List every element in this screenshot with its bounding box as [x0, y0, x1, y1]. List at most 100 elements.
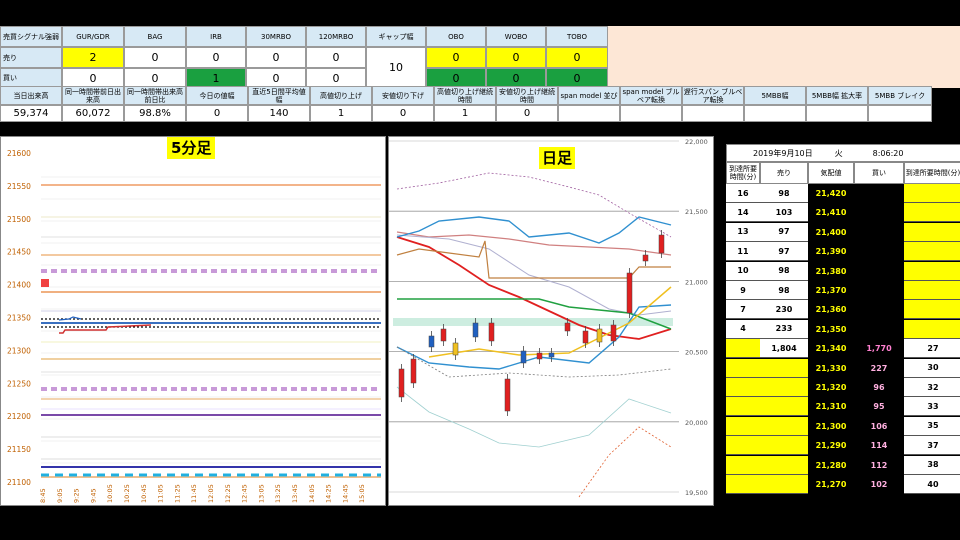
order-book-date: 2019年9月10日 — [753, 148, 813, 158]
order-book-datetime: 2019年9月10日 火 8:06:20 — [726, 144, 960, 162]
daily-chart-plot: 22,000 21,500 21,000 20,500 20,000 19,500 — [389, 138, 708, 498]
x-tick-label: 13:45 — [291, 484, 299, 503]
order-book-row: 21,280 112 38 — [726, 455, 960, 475]
order-book-sell-cell: 103 — [760, 203, 808, 223]
order-book-row: 1,804 21,340 1,770 27 — [726, 339, 960, 359]
signal-value-cell: 0 — [124, 47, 186, 68]
y-tick-label: 21200 — [7, 412, 31, 421]
order-book-row: 4 233 21,350 — [726, 319, 960, 339]
signal-value-cell: 0 — [546, 47, 608, 68]
y-tick-label: 21450 — [7, 248, 31, 257]
order-book-t-buy-cell — [904, 203, 960, 223]
daily-chart-title: 日足 — [539, 147, 576, 169]
order-book-price-cell: 21,310 — [808, 397, 854, 417]
order-book-sell-cell — [760, 416, 808, 436]
order-book-t-sell-cell — [726, 339, 760, 359]
order-book-buy-cell: 227 — [854, 358, 904, 378]
order-book-t-sell-cell — [726, 378, 760, 397]
stats-value — [868, 105, 932, 122]
stats-header: 高値切り上げ継続時間 — [434, 86, 496, 105]
order-book-buy-cell: 106 — [854, 416, 904, 436]
stats-header: 5MBB幅 — [744, 86, 806, 105]
candle-body — [548, 352, 555, 358]
order-book-t-buy-cell — [904, 319, 960, 339]
stats-value: 1 — [434, 105, 496, 122]
current-price-marker — [41, 279, 49, 287]
order-book-buy-cell: 95 — [854, 397, 904, 417]
candle-body — [596, 328, 603, 343]
order-book-price-cell: 21,340 — [808, 339, 854, 359]
order-book-buy-cell — [854, 242, 904, 262]
order-book-row: 10 98 21,380 — [726, 261, 960, 281]
signal-col-header: TOBO — [546, 26, 608, 47]
candle-body — [520, 350, 527, 364]
y-tick-label: 21500 — [7, 215, 31, 224]
stats-header: 安値切り下げ — [372, 86, 434, 105]
order-book-t-sell-cell: 7 — [726, 300, 760, 320]
order-book-buy-cell — [854, 222, 904, 242]
x-tick-label: 9:25 — [73, 488, 81, 503]
order-book-t-sell-cell — [726, 475, 760, 494]
stats-value — [682, 105, 744, 122]
bollinger-upper-line — [396, 216, 672, 244]
signal-col-header: ギャップ幅 — [366, 26, 426, 47]
order-book-col-header: 売り — [760, 162, 808, 184]
x-tick-label: 12:05 — [207, 484, 215, 503]
y-tick-label: 21250 — [7, 379, 31, 388]
stats-header: 高値切り上げ — [310, 86, 372, 105]
order-book-col-header: 気配値 — [808, 162, 854, 184]
signal-value-cell: 0 — [426, 68, 486, 88]
order-book-buy-cell: 1,770 — [854, 339, 904, 359]
daily-chart[interactable]: 22,000 21,500 21,000 20,500 20,000 19,500 日足 — [388, 136, 714, 506]
candle-body — [642, 254, 649, 262]
candle-body — [564, 322, 571, 332]
signal-col-header: BAG — [124, 26, 186, 47]
five-minute-chart[interactable]: 5分足 21600 21550 21500 21450 21400 21350 21300 2… — [0, 136, 386, 506]
signal-col-header: IRB — [186, 26, 246, 47]
order-book-t-sell-cell: 11 — [726, 242, 760, 262]
x-tick-label: 14:05 — [308, 484, 316, 503]
order-book-col-header: 到達所要時間(分) — [904, 162, 960, 184]
order-book-buy-cell — [854, 319, 904, 339]
x-tick-label: 10:05 — [106, 484, 114, 503]
signal-table-tail — [608, 26, 960, 88]
order-book-row: 11 97 21,390 — [726, 242, 960, 262]
candle-body — [504, 378, 511, 412]
y-tick-label: 21400 — [7, 281, 31, 290]
order-book-t-buy-cell: 33 — [904, 397, 960, 417]
order-book-row: 13 97 21,400 — [726, 222, 960, 242]
order-book-buy-cell: 114 — [854, 436, 904, 456]
x-tick-label: 10:25 — [123, 484, 131, 503]
signal-value-cell: 0 — [124, 68, 186, 88]
stats-value: 98.8% — [124, 105, 186, 122]
signal-col-header: 30MRBO — [246, 26, 306, 47]
order-book-buy-cell: 96 — [854, 378, 904, 397]
order-book-t-buy-cell: 30 — [904, 358, 960, 378]
order-book: 2019年9月10日 火 8:06:20 到達所要時間(分) 売り 気配値 買い 到達所… — [726, 144, 960, 496]
candle-body — [440, 328, 447, 342]
order-book-t-sell-cell — [726, 436, 760, 456]
x-tick-label: 13:05 — [257, 484, 265, 503]
span-b-line — [396, 240, 671, 279]
order-book-row: 21,290 114 37 — [726, 436, 960, 456]
order-book-price-cell: 21,390 — [808, 242, 854, 262]
order-book-price-cell: 21,270 — [808, 475, 854, 494]
candle-body — [452, 342, 459, 356]
y-tick-label: 21,500 — [685, 208, 708, 216]
candle-body — [428, 335, 435, 348]
signal-table: 売買シグナル強弱 GUR/GDR BAG IRB 30MRBO 120MRBO ギャップ幅 O… — [0, 26, 610, 88]
stats-header: 今日の値幅 — [186, 86, 248, 105]
order-book-sell-cell: 97 — [760, 222, 808, 242]
x-tick-label: 14:45 — [341, 484, 349, 503]
order-book-row: 21,330 227 30 — [726, 358, 960, 378]
x-tick-label: 11:25 — [173, 484, 181, 503]
x-tick-label: 12:25 — [224, 484, 232, 503]
order-book-price-cell: 21,300 — [808, 416, 854, 436]
signal-value-cell: 0 — [486, 68, 546, 88]
order-book-price-cell: 21,290 — [808, 436, 854, 456]
x-tick-label: 15:05 — [358, 484, 366, 503]
order-book-col-header: 到達所要時間(分) — [726, 162, 760, 184]
signal-value-cell: 2 — [62, 47, 124, 68]
signal-col-header: OBO — [426, 26, 486, 47]
y-tick-label: 22,000 — [685, 138, 708, 146]
